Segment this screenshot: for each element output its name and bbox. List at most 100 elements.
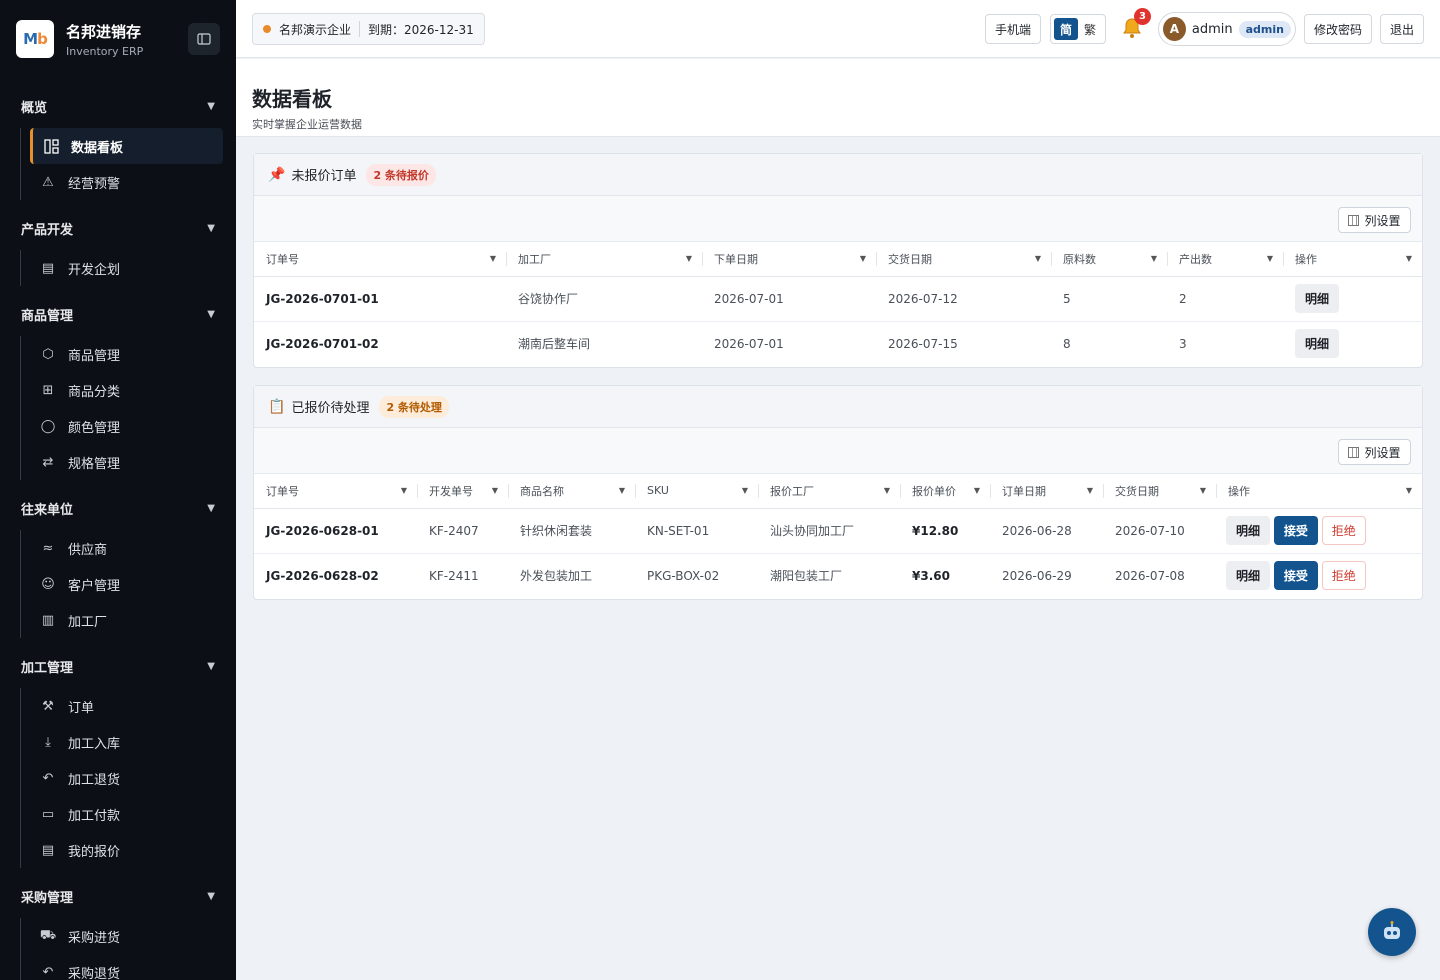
lang-simplified-button[interactable]: 简 xyxy=(1054,18,1078,40)
user-menu[interactable]: A admin admin xyxy=(1158,12,1296,46)
sort-caret-icon: ▼ xyxy=(1034,254,1041,263)
sidebar-item-dev-plan[interactable]: ▤ 开发企划 xyxy=(30,250,223,286)
handshake-icon: ≈ xyxy=(42,540,54,556)
sidebar-item-label: 数据看板 xyxy=(71,140,124,156)
nav-group-product-dev: 产品开发 ▼ ▤ 开发企划 xyxy=(0,206,236,286)
nav-group-goods: 商品管理 ▼ ⬡ 商品管理 ⊞ 商品分类 ◯ 颜色管理 ⇄ 规格管理 xyxy=(0,292,236,480)
table-header-row: 订单号 ▼ 开发单号 ▼ 商品名称 ▼ SKU ▼ 报价工厂 ▼ 报价单价 ▼ 订单日期 ▼ … xyxy=(254,474,1422,509)
lang-traditional-button[interactable]: 繁 xyxy=(1078,18,1102,40)
logout-button[interactable]: 退出 xyxy=(1380,14,1424,44)
table-toolbar: 列设置 xyxy=(254,428,1422,474)
column-header[interactable]: 下单日期 ▼ xyxy=(702,242,876,277)
accept-button[interactable]: 接受 xyxy=(1273,561,1318,591)
reject-button[interactable]: 拒绝 xyxy=(1321,561,1366,591)
nav-group-header[interactable]: 商品管理 ▼ xyxy=(0,292,236,336)
sidebar-item-label: 加工退货 xyxy=(68,772,121,788)
column-header[interactable]: 报价工厂 ▼ xyxy=(758,474,900,509)
column-header[interactable]: 报价单价 ▼ xyxy=(900,474,990,509)
delivery-date: 2026-07-12 xyxy=(876,276,1051,322)
column-settings-button[interactable]: 列设置 xyxy=(1338,439,1411,465)
sort-caret-icon: ▼ xyxy=(1086,486,1093,495)
card-icon: ▭ xyxy=(41,806,55,822)
button-label: 列设置 xyxy=(1364,445,1401,460)
output-count: 2 xyxy=(1167,276,1283,322)
assistant-button[interactable] xyxy=(1368,908,1416,956)
sidebar-item-dashboard[interactable]: 数据看板 xyxy=(30,128,223,164)
nav-group-label: 概览 xyxy=(21,100,48,116)
nav-group-label: 商品管理 xyxy=(21,308,74,324)
sidebar-item-purchase-inbound[interactable]: ⛟ 采购进货 xyxy=(30,918,223,954)
nav-group-partners: 往来单位 ▼ ≈ 供应商 ☺ 客户管理 ▥ 加工厂 xyxy=(0,486,236,638)
column-header[interactable]: 订单日期 ▼ xyxy=(990,474,1103,509)
delivery-date: 2026-07-08 xyxy=(1115,568,1185,583)
column-header[interactable]: 交货日期 ▼ xyxy=(1103,474,1216,509)
company-badge: 名邦演示企业 到期：2026-12-31 xyxy=(252,13,485,45)
nav-group-header[interactable]: 产品开发 ▼ xyxy=(0,206,236,250)
change-password-button[interactable]: 修改密码 xyxy=(1304,14,1372,44)
order-date: 2026-06-29 xyxy=(1002,568,1072,583)
sidebar-item-processing-payments[interactable]: ▭ 加工付款 xyxy=(30,796,223,832)
column-header[interactable]: 开发单号 ▼ xyxy=(417,474,508,509)
sidebar-item-factories[interactable]: ▥ 加工厂 xyxy=(30,602,223,638)
sidebar-item-orders[interactable]: ⚒ 订单 xyxy=(30,688,223,724)
column-header[interactable]: 商品名称 ▼ xyxy=(508,474,635,509)
mobile-button[interactable]: 手机端 xyxy=(985,14,1041,44)
sku: PKG-BOX-02 xyxy=(647,568,720,583)
sidebar-item-label: 加工入库 xyxy=(68,736,121,752)
detail-button[interactable]: 明细 xyxy=(1295,284,1340,313)
detail-button[interactable]: 明细 xyxy=(1295,329,1340,359)
column-header[interactable]: 订单号 ▼ xyxy=(254,474,417,509)
detail-button[interactable]: 明细 xyxy=(1226,561,1271,591)
nav-group-label: 往来单位 xyxy=(21,502,74,518)
notification-count-badge: 3 xyxy=(1134,8,1151,25)
column-header[interactable]: 产出数 ▼ xyxy=(1167,242,1283,277)
expiry-date: 到期：2026-12-31 xyxy=(368,22,474,37)
sidebar-item-my-quotes[interactable]: ▤ 我的报价 xyxy=(30,832,223,868)
column-header[interactable]: 操作 ▼ xyxy=(1216,474,1422,509)
company-name: 名邦演示企业 xyxy=(279,22,352,37)
column-header[interactable]: 原料数 ▼ xyxy=(1051,242,1167,277)
sidebar-item-categories[interactable]: ⊞ 商品分类 xyxy=(30,372,223,408)
nav-group-processing: 加工管理 ▼ ⚒ 订单 ⤓ 加工入库 ↶ 加工退货 ▭ 加工付款 ▤ 我的报价 xyxy=(0,644,236,868)
column-header[interactable]: 操作 ▼ xyxy=(1283,242,1422,277)
notification-button[interactable]: 3 xyxy=(1120,8,1151,42)
sidebar-item-goods[interactable]: ⬡ 商品管理 xyxy=(30,336,223,372)
column-header[interactable]: 加工厂 ▼ xyxy=(506,242,702,277)
card-header: 📋 已报价待处理 2 条待处理 xyxy=(254,386,1422,428)
sort-caret-icon: ▼ xyxy=(1199,486,1206,495)
sidebar-item-suppliers[interactable]: ≈ 供应商 xyxy=(30,530,223,566)
columns-icon xyxy=(1348,214,1360,226)
chevron-down-icon: ▼ xyxy=(207,100,215,112)
drop-icon: ◯ xyxy=(40,418,56,434)
detail-button[interactable]: 明细 xyxy=(1226,516,1271,545)
sidebar-collapse-button[interactable] xyxy=(188,23,220,55)
nav-group-header[interactable]: 往来单位 ▼ xyxy=(0,486,236,530)
sidebar-item-specs[interactable]: ⇄ 规格管理 xyxy=(30,444,223,480)
status-dot xyxy=(263,25,271,33)
status-badge: 2 条待处理 xyxy=(379,395,449,418)
nav-group-header[interactable]: 加工管理 ▼ xyxy=(0,644,236,688)
sidebar-item-purchase-returns[interactable]: ↶ 采购退货 xyxy=(30,954,223,980)
sidebar-item-processing-inbound[interactable]: ⤓ 加工入库 xyxy=(30,724,223,760)
sidebar-item-processing-returns[interactable]: ↶ 加工退货 xyxy=(30,760,223,796)
role-badge: admin xyxy=(1238,20,1291,38)
column-header[interactable]: 交货日期 ▼ xyxy=(876,242,1051,277)
reject-button[interactable]: 拒绝 xyxy=(1321,516,1366,545)
column-settings-button[interactable]: 列设置 xyxy=(1338,207,1411,233)
sort-caret-icon: ▼ xyxy=(1150,254,1157,263)
nav-group-header[interactable]: 概览 ▼ xyxy=(0,84,236,128)
product-name: 外发包装加工 xyxy=(520,569,593,584)
order-number: JG-2026-0628-01 xyxy=(254,508,417,554)
column-header[interactable]: 订单号 ▼ xyxy=(254,242,506,277)
nav-group-header[interactable]: 采购管理 ▼ xyxy=(0,874,236,918)
accept-button[interactable]: 接受 xyxy=(1273,516,1318,545)
sidebar-item-colors[interactable]: ◯ 颜色管理 xyxy=(30,408,223,444)
document-icon: ▤ xyxy=(41,260,55,276)
users-icon: ☺ xyxy=(41,576,55,592)
brand: Mb 名邦进销存 Inventory ERP xyxy=(0,0,236,78)
sidebar-item-customers[interactable]: ☺ 客户管理 xyxy=(30,566,223,602)
sidebar-item-label: 规格管理 xyxy=(68,456,121,472)
hammer-icon: ⚒ xyxy=(42,698,54,714)
column-header[interactable]: SKU ▼ xyxy=(635,474,758,509)
sidebar-item-alerts[interactable]: ⚠ 经营预警 xyxy=(30,164,223,200)
